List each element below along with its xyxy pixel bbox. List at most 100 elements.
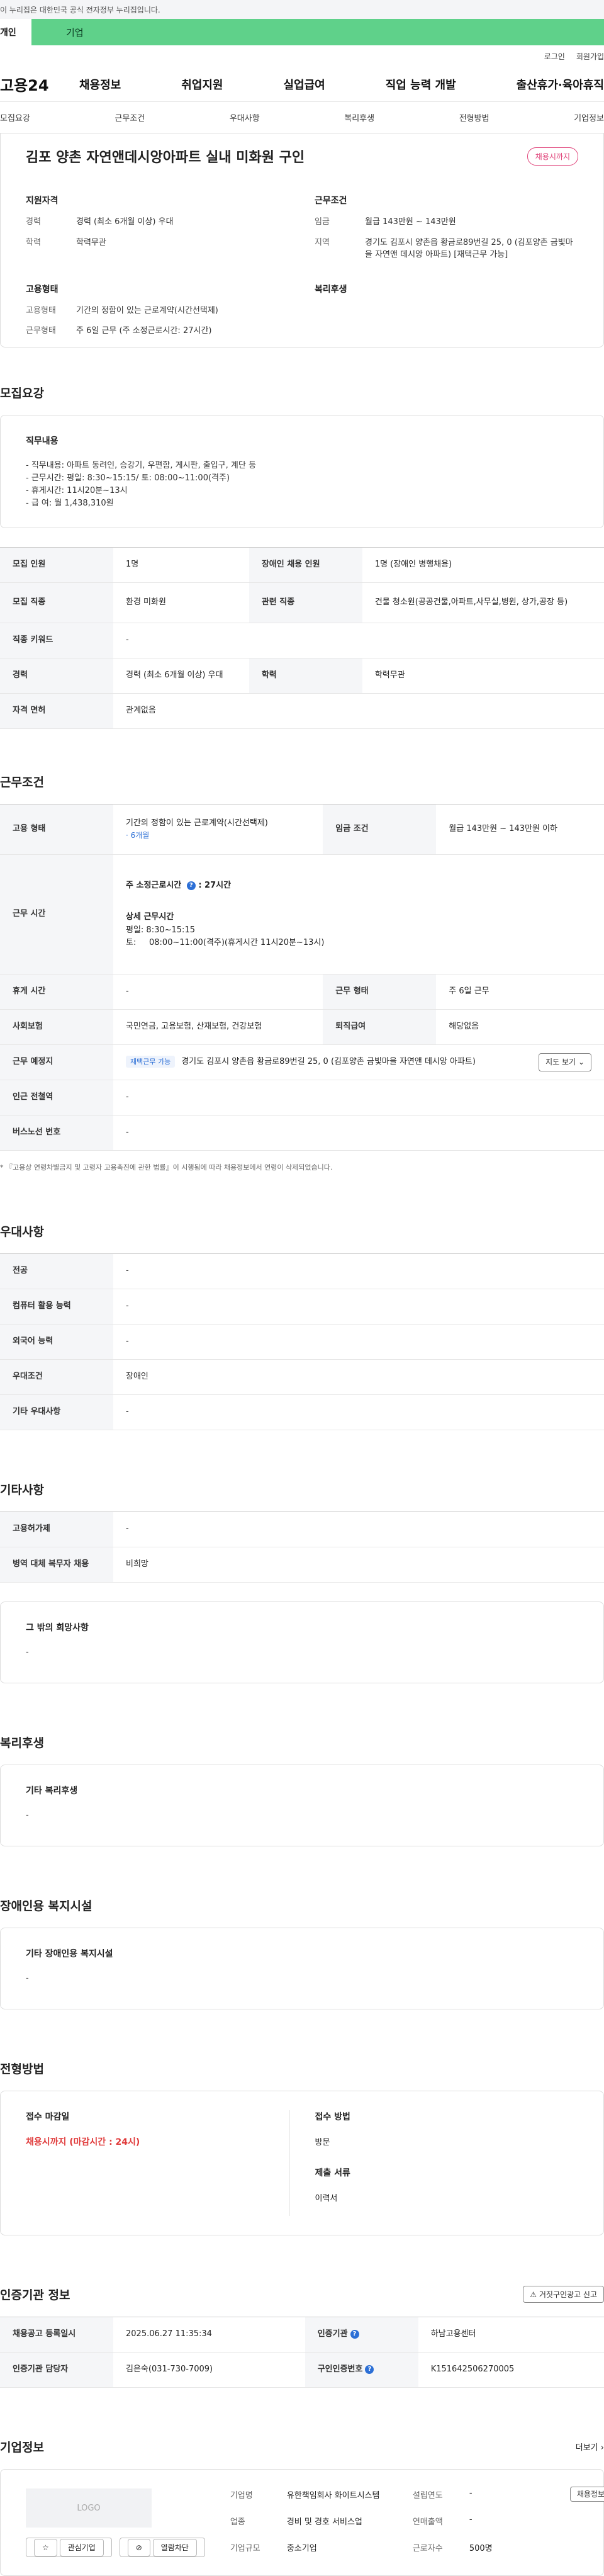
kv-row: 학력 학력무관: [26, 237, 106, 247]
job-title: 김포 양촌 자연앤데시앙아파트 실내 미화원 구인: [26, 150, 305, 166]
pref-table: 전공 - 컴퓨터 활용 능력 - 외국어 능력 - 우대조건 장애인 기타 우대사항 -: [0, 1253, 604, 1430]
section-nav: 모집요강 근무조건 우대사항 복리후생 전형방법 기업정보: [0, 102, 604, 133]
table-row: 모집 직종 환경 미화원 관련 직종 건물 청소원(공공건물,아파트,사무실,병원,…: [0, 582, 604, 623]
job-desc-line: - 직무내용: 아파트 동려인, 승강기, 우편함, 게시판, 출입구, 계단 …: [26, 461, 256, 470]
kv-row: 경력 경력 (최소 6개월 이상) 우대: [26, 217, 174, 227]
table-row: 자격 면허 관계없음: [0, 693, 604, 729]
work-title: 근무조건: [0, 776, 44, 789]
table-row: 휴게 시간 - 근무 형태 주 6일 근무: [0, 974, 604, 1010]
info-icon[interactable]: ?: [365, 2364, 374, 2374]
chevron-right-icon: ›: [600, 2443, 604, 2453]
agency-table: 채용공고 등록일시 2025.06.27 11:35:34 인증기관? 하남고용센…: [0, 2317, 604, 2388]
gov-banner: 이 누리집은 대한민국 공식 전자정부 누리집입니다.: [0, 0, 604, 19]
age-notice: * 『고용상 연령차별금지 및 고령자 고용촉진에 관한 법률』이 시행됨에 따…: [0, 1163, 333, 1172]
table-row: 병역 대체 복무자 채용 비희망: [0, 1547, 604, 1583]
subnav-selection[interactable]: 전형방법: [459, 111, 489, 123]
site-logo[interactable]: 고용24: [0, 73, 76, 95]
login-row: 로그인 회원가입: [0, 45, 604, 67]
company-more-link[interactable]: 더보기 ›: [576, 2441, 604, 2453]
condition-block: 근무조건 임금 월급 143만원 ~ 143만원 지역 경기도 김포시 양촌읍 황금…: [315, 194, 578, 270]
job-description-box: 직무내용 - 직무내용: 아파트 동려인, 승강기, 우편함, 게시판, 출입구…: [0, 415, 604, 528]
subnav-pref[interactable]: 우대사항: [230, 111, 260, 123]
table-row: 직종 키워드 -: [0, 623, 604, 658]
etc-title: 기타사항: [0, 1483, 44, 1497]
company-logo: LOGO: [26, 2488, 152, 2528]
table-row: 기타 우대사항 -: [0, 1394, 604, 1430]
job-desc-title: 직무내용: [26, 436, 59, 446]
agency-title: 인증기관 정보: [0, 2288, 70, 2302]
star-icon: ☆: [34, 2539, 57, 2556]
subnav-welfare[interactable]: 복리후생: [344, 111, 374, 123]
favorite-company-button[interactable]: ☆ 관심기업: [26, 2538, 112, 2557]
table-row: 인증기관 담당자 김은숙(031-730-7009) 구인인증번호? K15164…: [0, 2352, 604, 2388]
recruit-title: 모집요강: [0, 387, 44, 400]
table-row: 버스노선 번호 -: [0, 1115, 604, 1151]
company-section: 기업정보 더보기 › LOGO ☆ 관심기업 ⊘ 열람차단 기업명 유한책임회사 …: [0, 2438, 604, 2576]
pref-section: 우대사항 전공 - 컴퓨터 활용 능력 - 외국어 능력 - 우대조건 장애인 기타 우…: [0, 1223, 604, 1430]
table-row: 경력 경력 (최소 6개월 이상) 우대 학력 학력무관: [0, 658, 604, 694]
table-row: 사회보험 국민연금, 고용보험, 산재보험, 건강보험 퇴직급여 해당없음: [0, 1009, 604, 1045]
agency-section: 인증기관 정보 ⚠ 거짓구인광고 신고 채용공고 등록일시 2025.06.27 …: [0, 2286, 604, 2388]
welfare-section: 복리후생 기타 복리후생 -: [0, 1734, 604, 1846]
table-row: 컴퓨터 활용 능력 -: [0, 1289, 604, 1325]
block-company-button[interactable]: ⊘ 열람차단: [119, 2538, 205, 2557]
recruit-table: 모집 인원 1명 장애인 채용 인원 1명 (장애인 병행채용) 모집 직종 환경 미…: [0, 547, 604, 729]
welfare-block: 복리후생: [315, 283, 578, 347]
login-link[interactable]: 로그인: [544, 51, 565, 62]
global-nav: 고용24 채용정보 취업지원 실업급여 직업 능력 개발 출산휴가·육아휴직: [0, 67, 604, 102]
kv-row: 고용형태 기간의 정함이 있는 근로계약(시간선택제): [26, 305, 218, 315]
table-row: 인근 전철역 -: [0, 1080, 604, 1116]
tab-personal[interactable]: 개인: [0, 26, 31, 38]
table-row: 외국어 능력 -: [0, 1324, 604, 1360]
qual-title: 지원자격: [26, 196, 59, 206]
job-desc-line: - 근무시간: 평일: 8:30~15:15/ 토: 08:00~11:00(격…: [26, 473, 230, 483]
company-box: LOGO ☆ 관심기업 ⊘ 열람차단 기업명 유한책임회사 화이트시스템 업종 경비…: [0, 2469, 604, 2576]
join-link[interactable]: 회원가입: [576, 51, 604, 62]
company-jobs-button[interactable]: 채용정보 이력: [569, 2487, 604, 2502]
company-title: 기업정보: [0, 2441, 44, 2455]
block-icon: ⊘: [127, 2539, 150, 2556]
table-row: 우대조건 장애인: [0, 1359, 604, 1395]
gnb-item-jobs[interactable]: 채용정보: [79, 76, 121, 93]
gnb-item-unemployment[interactable]: 실업급여: [284, 76, 325, 93]
table-row: 채용공고 등록일시 2025.06.27 11:35:34 인증기관? 하남고용센…: [0, 2317, 604, 2353]
gnb-item-parental-leave[interactable]: 출산휴가·육아휴직: [517, 76, 604, 93]
map-button[interactable]: 지도 보기 ⌄: [539, 1053, 591, 1071]
work-section: 근무조건 고용 형태 기간의 정함이 있는 근로계약(시간선택제) · 6개월 임…: [0, 773, 604, 1172]
kv-row: 임금 월급 143만원 ~ 143만원: [315, 217, 456, 227]
subnav-recruit[interactable]: 모집요강: [0, 111, 30, 123]
job-title-row: 김포 양촌 자연앤데시앙아파트 실내 미화원 구인 채용시까지: [26, 146, 578, 166]
gnb-item-employment-support[interactable]: 취업지원: [181, 76, 223, 93]
chevron-down-icon: ⌄: [578, 1058, 584, 1067]
job-desc-line: - 급 여: 월 1,438,310원: [26, 499, 114, 509]
recruit-section: 모집요강 직무내용 - 직무내용: 아파트 동려인, 승강기, 우편함, 게시판…: [0, 384, 604, 729]
docs-title: 제출 서류: [315, 2168, 350, 2178]
report-button[interactable]: ⚠ 거짓구인광고 신고: [523, 2286, 604, 2303]
subnav-work[interactable]: 근무조건: [115, 111, 145, 123]
tab-company[interactable]: 기업: [31, 19, 604, 45]
emp-title: 고용형태: [26, 284, 59, 295]
work-table: 고용 형태 기간의 정함이 있는 근로계약(시간선택제) · 6개월 임금 조건 …: [0, 804, 604, 1151]
pref-title: 우대사항: [0, 1225, 44, 1239]
gnb-item-training[interactable]: 직업 능력 개발: [386, 76, 456, 93]
deadline-badge: 채용시까지: [527, 147, 578, 166]
cond-title: 근무조건: [315, 196, 347, 206]
subnav-company[interactable]: 기업정보: [574, 111, 604, 123]
method-title: 접수 방법: [315, 2112, 350, 2122]
job-summary-card: 김포 양촌 자연앤데시앙아파트 실내 미화원 구인 채용시까지 지원자격 경력 경…: [0, 133, 604, 347]
disabled-section: 장애인용 복지시설 기타 장애인용 복지시설 -: [0, 1897, 604, 2009]
etc-table: 고용허가제 - 병역 대체 복무자 채용 비희망: [0, 1511, 604, 1583]
disabled-box: 기타 장애인용 복지시설 -: [0, 1928, 604, 2009]
welfare-box-title: 기타 복리후생: [26, 1786, 78, 1796]
table-row: 모집 인원 1명 장애인 채용 인원 1명 (장애인 병행채용): [0, 547, 604, 583]
disabled-title: 장애인용 복지시설: [0, 1899, 92, 1913]
info-icon[interactable]: ?: [186, 881, 196, 890]
disabled-box-title: 기타 장애인용 복지시설: [26, 1949, 113, 1959]
table-row: 고용허가제 -: [0, 1511, 604, 1547]
etc-section: 기타사항 고용허가제 - 병역 대체 복무자 채용 비희망 그 밖의 희망사항 -: [0, 1481, 604, 1683]
hope-title: 그 밖의 희망사항: [26, 1623, 89, 1633]
selection-box: 접수 마감일 채용시까지 (마감시간 : 24시) 접수 방법 방문 제출 서류…: [0, 2091, 604, 2235]
company-details-left: 기업명 유한책임회사 화이트시스템 업종 경비 및 경호 서비스업 기업규모 중소기업: [230, 2491, 380, 2553]
welfare-title: 복리후생: [0, 1736, 44, 1750]
info-icon[interactable]: ?: [350, 2329, 359, 2339]
